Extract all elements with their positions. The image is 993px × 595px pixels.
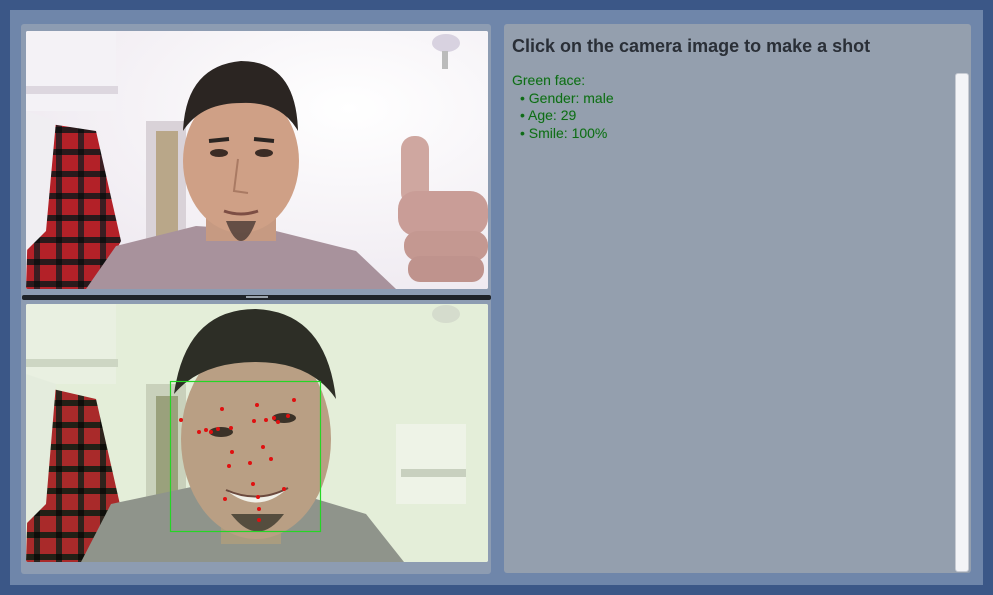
face-label: Green face: — [512, 72, 586, 88]
live-camera-view[interactable] — [26, 31, 488, 289]
splitter-grip[interactable] — [246, 296, 268, 298]
age-result: • Age: 29 — [520, 107, 577, 123]
captured-shot-view — [26, 304, 488, 562]
face-results: Green face: • Gender: male • Age: 29 • S… — [512, 72, 614, 142]
gender-result: • Gender: male — [520, 89, 614, 106]
view-splitter[interactable] — [22, 295, 491, 300]
live-camera-image[interactable] — [26, 31, 488, 289]
results-scrollbar[interactable] — [955, 73, 969, 572]
captured-shot-image — [26, 304, 488, 562]
instruction-title: Click on the camera image to make a shot — [512, 36, 871, 56]
results-panel: Click on the camera image to make a shot… — [504, 24, 971, 573]
smile-result: • Smile: 100% — [520, 124, 608, 141]
